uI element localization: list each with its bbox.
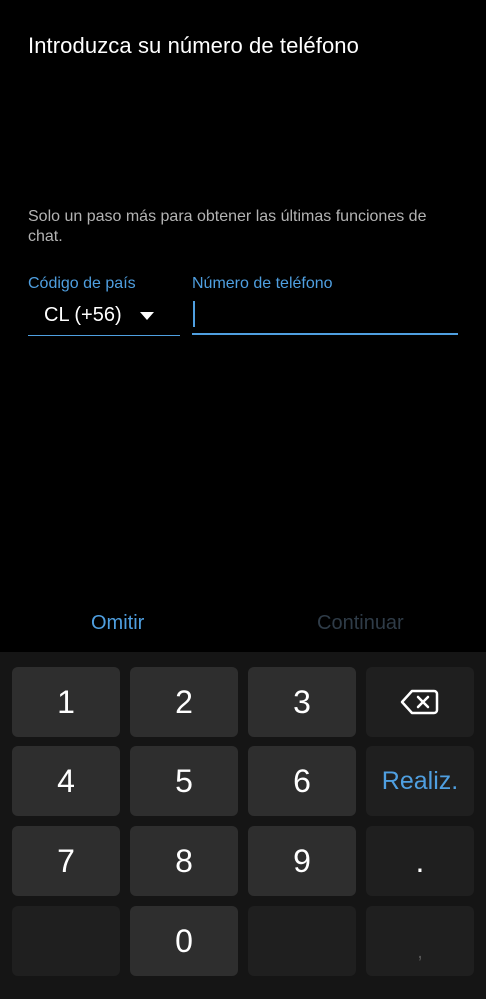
done-key[interactable]: Realiz.	[366, 746, 474, 816]
key-6[interactable]: 6	[248, 746, 356, 816]
key-7[interactable]: 7	[12, 826, 120, 896]
key-4[interactable]: 4	[12, 746, 120, 816]
key-5[interactable]: 5	[130, 746, 238, 816]
phone-number-label: Número de teléfono	[192, 275, 333, 292]
text-caret	[193, 301, 195, 327]
key-1[interactable]: 1	[12, 667, 120, 737]
backspace-icon	[400, 689, 439, 715]
country-code-value: CL (+56)	[44, 304, 122, 326]
numeric-keyboard: 1 2 3 4 5 6 Realiz. 7 8 9 . 0 ,	[0, 652, 486, 999]
phone-number-field[interactable]	[192, 297, 458, 335]
period-key[interactable]: .	[366, 826, 474, 896]
country-code-select[interactable]: CL (+56)	[28, 297, 180, 336]
key-0[interactable]: 0	[130, 906, 238, 976]
backspace-key[interactable]	[366, 667, 474, 737]
continue-button[interactable]: Continuar	[317, 612, 404, 635]
phone-number-input[interactable]	[192, 297, 458, 331]
comma-key[interactable]: ,	[366, 906, 474, 976]
empty-key-right	[248, 906, 356, 976]
page-subtitle: Solo un paso más para obtener las última…	[28, 208, 427, 245]
key-3[interactable]: 3	[248, 667, 356, 737]
page-title: Introduzca su número de teléfono	[28, 33, 359, 58]
dropdown-arrow-icon	[140, 312, 154, 320]
key-8[interactable]: 8	[130, 826, 238, 896]
country-code-label: Código de país	[28, 275, 136, 292]
empty-key-left	[12, 906, 120, 976]
key-2[interactable]: 2	[130, 667, 238, 737]
phone-entry-screen: Introduzca su número de teléfono Solo un…	[0, 0, 486, 999]
skip-button[interactable]: Omitir	[91, 612, 144, 635]
key-9[interactable]: 9	[248, 826, 356, 896]
